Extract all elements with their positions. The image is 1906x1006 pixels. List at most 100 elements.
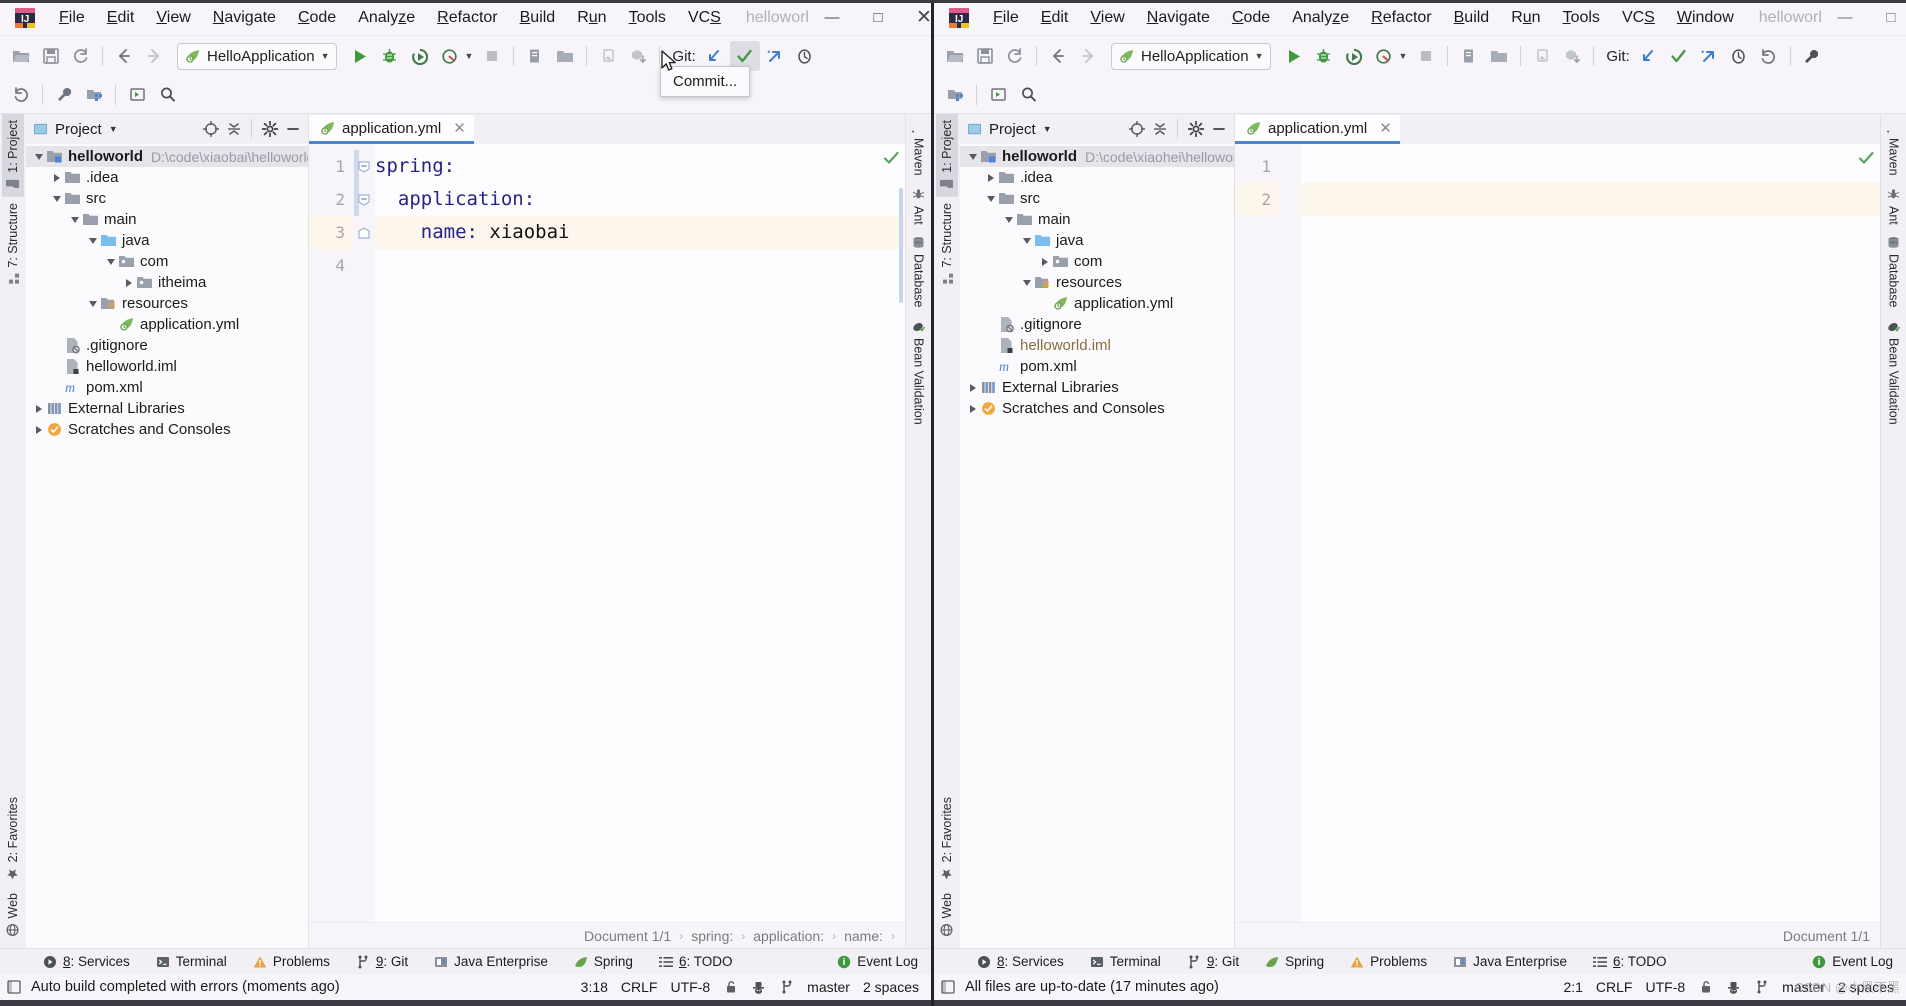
tree-row[interactable]: application.yml <box>960 293 1234 314</box>
tree-row[interactable]: m pom.xml <box>26 377 308 398</box>
sidebar-item-web[interactable]: Web <box>936 887 958 942</box>
sidebar-item-database[interactable]: Database <box>908 230 930 314</box>
maximize-button[interactable]: □ <box>855 0 901 36</box>
close-button[interactable]: ✕ <box>901 0 931 36</box>
sidebar-item-structure[interactable]: 7: Structure <box>2 197 24 292</box>
back-arrow-icon[interactable] <box>109 41 139 71</box>
inspection-hat-icon[interactable] <box>1726 980 1741 995</box>
editor-scrollbar-thumb[interactable] <box>899 188 903 303</box>
bottom-tab-problems[interactable]: Problems <box>240 954 343 969</box>
project-tree-right[interactable]: helloworld D:\code\xiaohei\helloworld .ide… <box>960 144 1234 948</box>
collapse-all-icon[interactable] <box>223 118 245 140</box>
sidebar-item-web[interactable]: Web <box>2 887 24 942</box>
breadcrumb-item[interactable]: spring: <box>691 928 733 944</box>
fold-gutter-right[interactable] <box>1279 144 1301 922</box>
code-line[interactable] <box>1301 183 1880 216</box>
tree-row[interactable]: External Libraries <box>26 398 308 419</box>
git-commit-icon[interactable] <box>1664 41 1694 71</box>
sync-refresh-icon[interactable] <box>1000 41 1030 71</box>
git-push-icon[interactable] <box>760 41 790 71</box>
chevron-right-icon[interactable] <box>50 171 64 185</box>
git-revert-icon[interactable] <box>1754 41 1784 71</box>
minimize-button[interactable]: — <box>809 0 855 36</box>
chevron-right-icon[interactable] <box>984 171 998 185</box>
menu-item-window[interactable]: Window <box>1666 7 1745 29</box>
run-anything-icon[interactable] <box>122 80 152 110</box>
bottom-tab-java-enterprise[interactable]: Java Enterprise <box>421 954 561 969</box>
project-structure-icon[interactable] <box>940 80 970 110</box>
sidebar-item-project[interactable]: 1: Project <box>936 114 958 197</box>
sidebar-item-favorites[interactable]: 2: Favorites <box>936 791 958 886</box>
tree-row[interactable]: helloworld D:\code\xiaohei\helloworld <box>960 146 1234 167</box>
code-editor-right[interactable] <box>1301 144 1880 922</box>
tree-row[interactable]: External Libraries <box>960 377 1234 398</box>
sidebar-item-bean-validation[interactable]: Bean Validation <box>1883 314 1905 431</box>
save-all-icon[interactable] <box>970 41 1000 71</box>
git-history-icon[interactable] <box>790 41 820 71</box>
debug-button[interactable] <box>1309 41 1339 71</box>
code-line[interactable]: name: xiaobai <box>375 216 905 249</box>
chevron-down-icon[interactable] <box>1020 276 1034 290</box>
menu-item-edit[interactable]: Edit <box>96 7 146 29</box>
menu-item-view[interactable]: View <box>1079 7 1135 29</box>
open-project-icon[interactable] <box>940 41 970 71</box>
menu-item-build[interactable]: Build <box>509 7 567 29</box>
menu-item-run[interactable]: Run <box>1500 7 1551 29</box>
breadcrumb-item[interactable]: Document 1/1 <box>1783 928 1870 944</box>
fold-gutter-left[interactable] <box>353 144 375 922</box>
chevron-right-icon[interactable] <box>32 402 46 416</box>
project-structure-icon[interactable] <box>79 80 109 110</box>
menu-item-code[interactable]: Code <box>1221 7 1281 29</box>
caret-position[interactable]: 3:18 <box>581 979 608 995</box>
menu-item-file[interactable]: File <box>48 7 96 29</box>
tree-row[interactable]: helloworld.iml <box>960 335 1234 356</box>
code-line[interactable]: application: <box>375 183 905 216</box>
chevron-down-icon[interactable] <box>966 150 980 164</box>
run-anything-icon[interactable] <box>983 80 1013 110</box>
git-branch-name[interactable]: master <box>807 979 850 995</box>
menu-item-code[interactable]: Code <box>287 7 347 29</box>
bottom-tab-java-enterprise[interactable]: Java Enterprise <box>1440 954 1580 969</box>
chevron-right-icon[interactable] <box>122 276 136 290</box>
save-all-icon[interactable] <box>36 41 66 71</box>
stop-button[interactable] <box>477 41 507 71</box>
tree-row[interactable]: resources <box>960 272 1234 293</box>
breadcrumb-item[interactable]: application: <box>753 928 824 944</box>
breadcrumb-item[interactable]: name: <box>844 928 883 944</box>
sidebar-item-database[interactable]: Database <box>1883 230 1905 314</box>
stop-button[interactable] <box>1411 41 1441 71</box>
sidebar-item-project[interactable]: 1: Project <box>2 114 24 197</box>
fold-collapse-icon[interactable] <box>357 150 371 183</box>
file-encoding[interactable]: UTF-8 <box>670 979 710 995</box>
tree-row[interactable]: .gitignore <box>960 314 1234 335</box>
chevron-down-icon[interactable] <box>1002 213 1016 227</box>
tree-row[interactable]: .gitignore <box>26 335 308 356</box>
debug-button[interactable] <box>375 41 405 71</box>
chevron-down-icon[interactable] <box>1020 234 1034 248</box>
fold-collapse-icon[interactable] <box>357 183 371 216</box>
chevron-right-icon[interactable] <box>1038 255 1052 269</box>
chevron-right-icon[interactable] <box>966 381 980 395</box>
profile-button[interactable] <box>1369 41 1399 71</box>
run-button[interactable] <box>345 41 375 71</box>
code-line[interactable] <box>375 249 905 282</box>
tree-row[interactable]: Scratches and Consoles <box>960 398 1234 419</box>
menu-item-vcs[interactable]: VCS <box>1611 7 1666 29</box>
sync-refresh-icon[interactable] <box>66 41 96 71</box>
minimize-button[interactable]: — <box>1822 0 1868 36</box>
status-toggle-icon[interactable] <box>6 980 21 995</box>
menu-item-refactor[interactable]: Refactor <box>1360 7 1442 29</box>
bottom-tab-6-todo[interactable]: 6: TODO <box>1580 954 1680 969</box>
bottom-tab-terminal[interactable]: Terminal <box>143 954 240 969</box>
tree-row[interactable]: Scratches and Consoles <box>26 419 308 440</box>
tree-row[interactable]: helloworld D:\code\xiaobai\helloworld <box>26 146 308 167</box>
menu-item-run[interactable]: Run <box>566 7 617 29</box>
update-project-icon[interactable] <box>1454 41 1484 71</box>
chevron-down-icon[interactable] <box>32 150 46 164</box>
close-icon[interactable]: ✕ <box>453 119 466 137</box>
project-tree-left[interactable]: helloworld D:\code\xiaobai\helloworld .ide… <box>26 144 308 948</box>
sidebar-item-ant[interactable]: Ant <box>1883 182 1905 231</box>
profile-dropdown-icon[interactable]: ▼ <box>1399 51 1408 61</box>
sidebar-item-maven[interactable]: m Maven <box>908 114 930 182</box>
hide-panel-icon[interactable] <box>1208 118 1230 140</box>
